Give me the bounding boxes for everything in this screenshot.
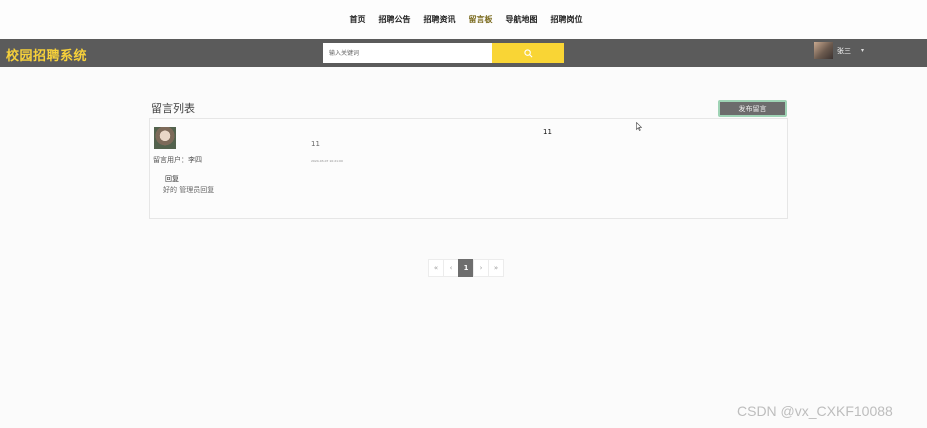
poster-avatar	[154, 127, 176, 149]
nav-map[interactable]: 导航地图	[506, 14, 538, 25]
message-extra-text: 11	[543, 128, 552, 136]
search-button[interactable]	[492, 43, 564, 63]
nav-positions[interactable]: 招聘岗位	[551, 14, 583, 25]
message-card: 留言用户：李四 回复 好的 管理员回复 11 2024-03-07 10:21:…	[149, 118, 788, 219]
header-bar: 校园招聘系统 张三 ▾	[0, 39, 927, 67]
page: 首页 招聘公告 招聘资讯 留言板 导航地图 招聘岗位 校园招聘系统 张三 ▾ 留…	[0, 0, 927, 428]
nav-announcements[interactable]: 招聘公告	[379, 14, 411, 25]
next-page-button[interactable]: ›	[473, 259, 489, 277]
brand-title[interactable]: 校园招聘系统	[6, 45, 87, 64]
publish-message-button[interactable]: 发布留言	[718, 100, 787, 117]
nav-home[interactable]: 首页	[350, 14, 366, 25]
user-menu[interactable]: 张三 ▾	[814, 42, 864, 59]
message-content: 11	[311, 140, 320, 148]
first-page-button[interactable]: «	[428, 259, 444, 277]
chevron-down-icon: ▾	[861, 47, 865, 54]
top-nav: 首页 招聘公告 招聘资讯 留言板 导航地图 招聘岗位	[0, 0, 927, 39]
prev-page-button[interactable]: ‹	[443, 259, 459, 277]
nav-message-board[interactable]: 留言板	[469, 14, 493, 25]
reply-text: 好的 管理员回复	[163, 186, 215, 194]
watermark: CSDN @vx_CXKF10088	[737, 403, 893, 419]
mouse-cursor-icon	[636, 122, 642, 131]
search-bar	[323, 43, 564, 63]
current-page[interactable]: 1	[458, 259, 474, 277]
user-name: 张三	[837, 46, 851, 55]
poster-name: 留言用户：李四	[153, 156, 202, 164]
search-input[interactable]	[323, 43, 492, 63]
pagination: « ‹ 1 › »	[428, 259, 504, 277]
reply-label: 回复	[165, 175, 179, 183]
message-time: 2024-03-07 10:21:00	[311, 159, 343, 163]
avatar	[814, 42, 833, 59]
page-title: 留言列表	[151, 102, 195, 115]
last-page-button[interactable]: »	[488, 259, 504, 277]
nav-news[interactable]: 招聘资讯	[424, 14, 456, 25]
search-icon	[523, 48, 532, 57]
